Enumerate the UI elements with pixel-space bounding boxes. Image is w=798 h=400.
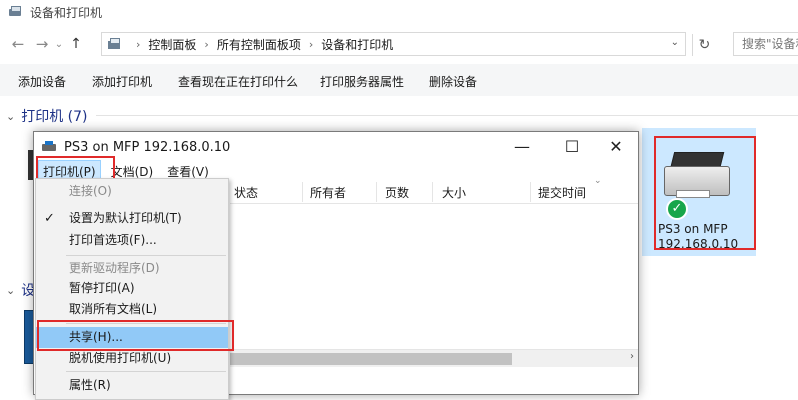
column-pages[interactable]: 页数 [385, 184, 409, 201]
close-icon[interactable]: ✕ [596, 136, 636, 158]
recent-locations-chevron-icon[interactable]: ⌄ [52, 39, 66, 50]
control-panel-icon [106, 37, 122, 51]
menu-item-set-default[interactable]: ✓ 设置为默认打印机(T) [36, 208, 228, 229]
devices-group-header[interactable]: ⌄ 设 [6, 280, 35, 300]
menu-item-printing-preferences[interactable]: 打印首选项(F)... [36, 230, 228, 251]
sort-chevron-icon[interactable]: ⌄ [594, 176, 602, 186]
up-arrow-icon[interactable]: ↑ [66, 36, 86, 52]
collapse-chevron-icon[interactable]: ⌄ [6, 284, 15, 297]
job-list-header: 状态 所有者 页数 大小 提交时间 [230, 180, 638, 204]
minimize-icon[interactable]: — [502, 136, 542, 158]
breadcrumb-chevron-icon[interactable]: › [309, 38, 313, 51]
address-bar[interactable]: › 控制面板 › 所有控制面板项 › 设备和打印机 ⌄ [101, 32, 686, 56]
search-input[interactable]: 搜索"设备和 [733, 32, 798, 56]
collapse-chevron-icon[interactable]: ⌄ [6, 110, 15, 123]
menu-separator [66, 371, 226, 372]
add-printer-button[interactable]: 添加打印机 [92, 73, 152, 90]
group-divider [96, 115, 798, 116]
remove-device-button[interactable]: 删除设备 [429, 73, 477, 90]
menu-item-use-offline[interactable]: 脱机使用打印机(U) [36, 348, 228, 369]
checkmark-icon: ✓ [44, 211, 55, 226]
add-device-button[interactable]: 添加设备 [18, 73, 66, 90]
menu-item-pause-printing[interactable]: 暂停打印(A) [36, 278, 228, 299]
menu-separator [66, 255, 226, 256]
column-status[interactable]: 状态 [234, 184, 258, 201]
address-dropdown-icon[interactable]: ⌄ [671, 37, 679, 48]
printers-group-header[interactable]: ⌄ 打印机 (7) [6, 106, 88, 126]
printer-icon [42, 141, 58, 153]
column-owner[interactable]: 所有者 [310, 184, 346, 201]
horizontal-scrollbar[interactable]: › [230, 349, 638, 367]
printers-group-label: 打印机 (7) [21, 109, 88, 125]
breadcrumb-all-items[interactable]: 所有控制面板项 [217, 36, 301, 53]
see-whats-printing-button[interactable]: 查看现在正在打印什么 [178, 73, 298, 90]
column-submitted[interactable]: 提交时间 [538, 184, 586, 201]
breadcrumb-chevron-icon[interactable]: › [136, 38, 140, 51]
maximize-icon[interactable]: ☐ [552, 136, 592, 158]
menu-item-connect: 连接(O) [69, 184, 112, 198]
address-row: ← → ⌄ ↑ › 控制面板 › 所有控制面板项 › 设备和打印机 ⌄ ↻ 搜索… [0, 30, 798, 58]
column-size[interactable]: 大小 [442, 184, 466, 201]
queue-window-title: PS3 on MFP 192.168.0.10 [64, 139, 231, 155]
explorer-title-bar: 设备和打印机 [0, 0, 798, 24]
menu-item-properties[interactable]: 属性(R) [36, 375, 228, 396]
menu-item-update-driver: 更新驱动程序(D) [69, 261, 160, 275]
scrollbar-thumb[interactable] [230, 353, 512, 365]
breadcrumb-devices-printers[interactable]: 设备和打印机 [321, 36, 393, 53]
refresh-icon[interactable]: ↻ [692, 34, 716, 56]
forward-arrow-icon[interactable]: → [32, 35, 52, 53]
queue-window-title-bar[interactable]: PS3 on MFP 192.168.0.10 [34, 132, 638, 162]
back-arrow-icon[interactable]: ← [8, 35, 28, 53]
annotation-highlight-box [654, 136, 756, 250]
command-bar: 添加设备 添加打印机 查看现在正在打印什么 打印服务器属性 删除设备 [0, 64, 798, 96]
menu-item-label: 设置为默认打印机(T) [69, 211, 182, 225]
breadcrumb-control-panel[interactable]: 控制面板 [148, 36, 196, 53]
annotation-highlight-box [37, 320, 234, 351]
breadcrumb-chevron-icon[interactable]: › [204, 38, 208, 51]
menu-item-cancel-all-documents[interactable]: 取消所有文档(L) [36, 299, 228, 320]
scroll-right-arrow-icon[interactable]: › [630, 351, 634, 362]
devices-printers-icon [8, 6, 22, 18]
printer-menu-dropdown: 连接(O) ✓ 设置为默认打印机(T) 打印首选项(F)... 更新驱动程序(D… [35, 178, 229, 400]
explorer-title: 设备和打印机 [30, 5, 103, 20]
print-server-properties-button[interactable]: 打印服务器属性 [320, 73, 404, 90]
